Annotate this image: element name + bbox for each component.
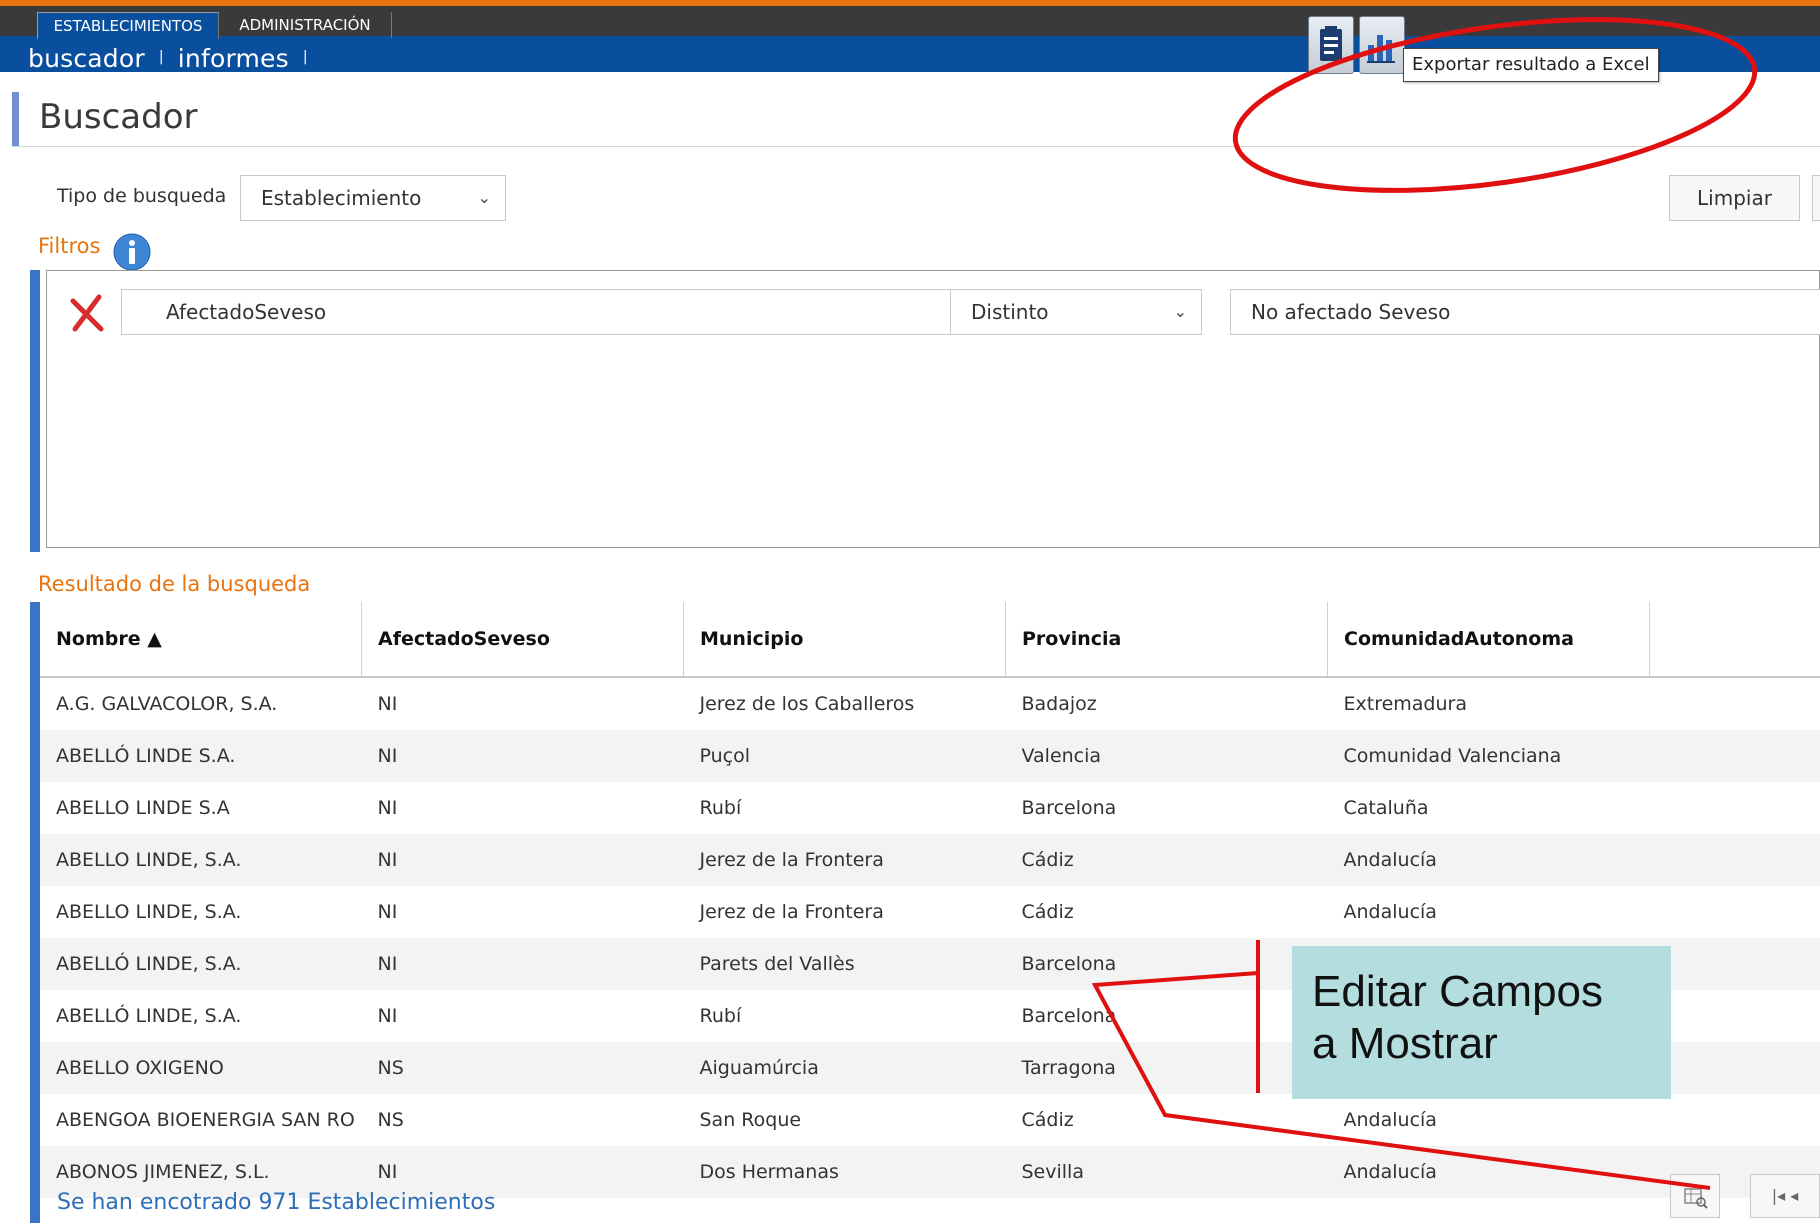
highlight-ellipse — [1232, 17, 1758, 193]
annotation-callout: Editar Campos a Mostrar — [1292, 946, 1671, 1099]
callout-line-2: a Mostrar — [1312, 1019, 1498, 1068]
callout-line-1: Editar Campos — [1312, 967, 1604, 1016]
